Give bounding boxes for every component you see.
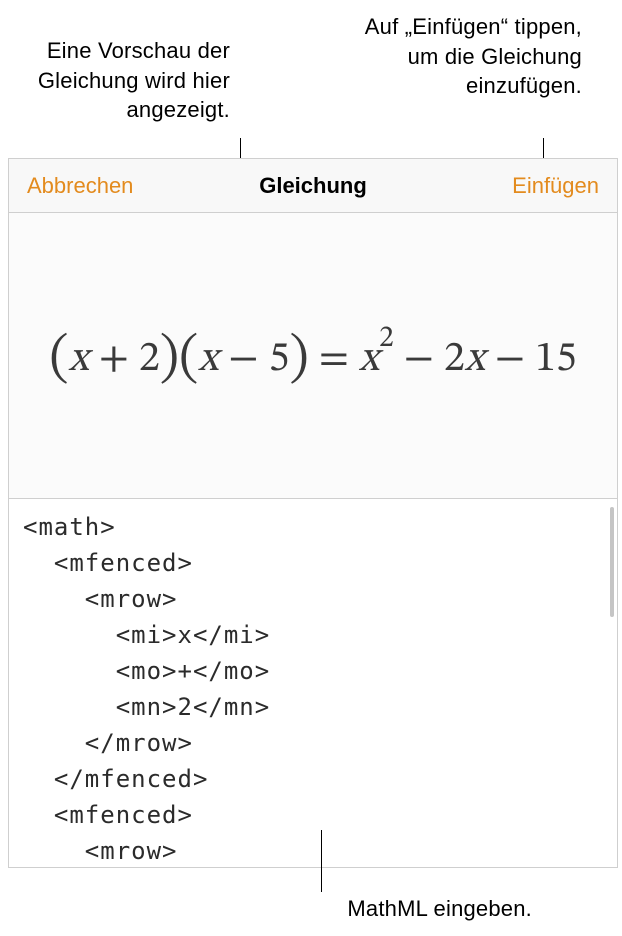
op-equals: = (309, 338, 359, 380)
var-x: x (69, 338, 89, 380)
callout-leader (543, 138, 544, 160)
op-plus: + (89, 338, 139, 380)
var-x: x (198, 338, 218, 380)
op-minus: − (218, 338, 268, 380)
coef-2: 2 (444, 338, 465, 380)
equation-dialog: Abbrechen Gleichung Einfügen (x+2)(x−5)=… (8, 158, 618, 868)
insert-button[interactable]: Einfügen (512, 173, 599, 199)
callout-mathml: MathML eingeben. (347, 894, 532, 924)
equation-preview: (x+2)(x−5)=x2−2x−15 (9, 213, 617, 499)
dialog-toolbar: Abbrechen Gleichung Einfügen (9, 159, 617, 213)
mathml-code-area[interactable]: <math> <mfenced> <mrow> <mi>x</mi> <mo>+… (9, 499, 617, 867)
op-minus: − (485, 338, 535, 380)
paren-open: ( (49, 332, 68, 386)
scrollbar[interactable] (610, 507, 614, 617)
var-x: x (359, 338, 379, 380)
num-5: 5 (269, 338, 290, 380)
callout-leader (321, 830, 322, 892)
var-x: x (465, 338, 485, 380)
callout-insert: Auf „Einfügen“ tippen, um die Gleichung … (362, 12, 582, 101)
num-2: 2 (139, 338, 160, 380)
rendered-equation: (x+2)(x−5)=x2−2x−15 (49, 322, 576, 390)
paren-open: ( (179, 332, 198, 386)
op-minus: − (394, 338, 444, 380)
callout-preview: Eine Vorschau der Gleichung wird hier an… (0, 36, 230, 125)
cancel-button[interactable]: Abbrechen (27, 173, 133, 199)
paren-close: ) (289, 332, 308, 386)
mathml-code: <math> <mfenced> <mrow> <mi>x</mi> <mo>+… (23, 509, 603, 867)
paren-close: ) (160, 332, 179, 386)
exponent-2: 2 (379, 324, 394, 353)
num-15: 15 (535, 338, 577, 380)
